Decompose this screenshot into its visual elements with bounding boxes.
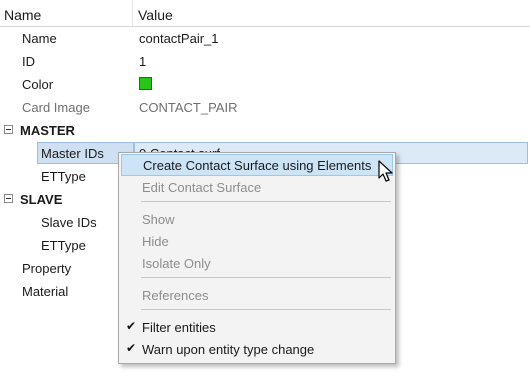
property-row-name[interactable]: Name contactPair_1 (0, 27, 530, 50)
menu-item-isolate-only[interactable]: Isolate Only (121, 252, 393, 274)
menu-item-hide[interactable]: Hide (121, 230, 393, 252)
menu-separator (141, 201, 391, 202)
menu-item-label: Warn upon entity type change (142, 342, 315, 357)
menu-item-label: Hide (142, 234, 169, 249)
property-label: ID (22, 54, 35, 69)
column-header-name[interactable]: Name (4, 7, 41, 23)
entity-editor-panel: Name Value Name contactPair_1 ID 1 Color… (0, 0, 530, 392)
column-header-value[interactable]: Value (138, 7, 173, 23)
mouse-pointer-icon (378, 160, 393, 182)
property-row-id[interactable]: ID 1 (0, 50, 530, 73)
property-label: Master IDs (41, 146, 104, 161)
property-row-card-image[interactable]: Card Image CONTACT_PAIR (0, 96, 530, 119)
column-divider[interactable] (132, 0, 133, 26)
property-label: Material (22, 284, 69, 299)
menu-separator (141, 309, 391, 310)
menu-item-label: Isolate Only (142, 256, 211, 271)
property-row-color[interactable]: Color (0, 73, 530, 96)
menu-item-references[interactable]: References (121, 284, 393, 306)
menu-item-label: Show (142, 212, 175, 227)
property-label: ETType (41, 169, 86, 184)
checkmark-icon: ✔ (126, 341, 137, 355)
property-label: Name (22, 31, 57, 46)
property-value[interactable]: contactPair_1 (139, 31, 219, 46)
property-label: Property (22, 261, 72, 276)
group-master[interactable]: MASTER (0, 119, 530, 142)
menu-item-label: Create Contact Surface using Elements (143, 158, 372, 173)
menu-item-show[interactable]: Show (121, 208, 393, 230)
menu-item-edit-contact-surface[interactable]: Edit Contact Surface (121, 176, 393, 198)
checkmark-icon: ✔ (126, 319, 137, 333)
property-label: Color (22, 77, 54, 92)
menu-item-label: References (142, 288, 209, 303)
property-label: Card Image (22, 100, 90, 115)
group-label: MASTER (20, 123, 75, 138)
collapse-toggle-icon[interactable] (4, 194, 13, 203)
property-label: Slave IDs (41, 215, 97, 230)
menu-item-filter-entities[interactable]: ✔ Filter entities (121, 316, 393, 338)
property-value[interactable]: 1 (139, 54, 146, 69)
menu-item-label: Filter entities (142, 320, 216, 335)
context-menu: Create Contact Surface using Elements Ed… (118, 152, 396, 364)
table-header: Name Value (0, 0, 530, 27)
property-value: CONTACT_PAIR (139, 100, 238, 115)
menu-item-create-contact-surface[interactable]: Create Contact Surface using Elements (121, 154, 393, 176)
group-label: SLAVE (20, 192, 63, 207)
menu-item-warn-entity-type-change[interactable]: ✔ Warn upon entity type change (121, 338, 393, 360)
color-swatch[interactable] (139, 77, 152, 90)
collapse-toggle-icon[interactable] (4, 125, 13, 134)
property-label: ETType (41, 238, 86, 253)
menu-separator (141, 277, 391, 278)
menu-item-label: Edit Contact Surface (142, 180, 262, 195)
